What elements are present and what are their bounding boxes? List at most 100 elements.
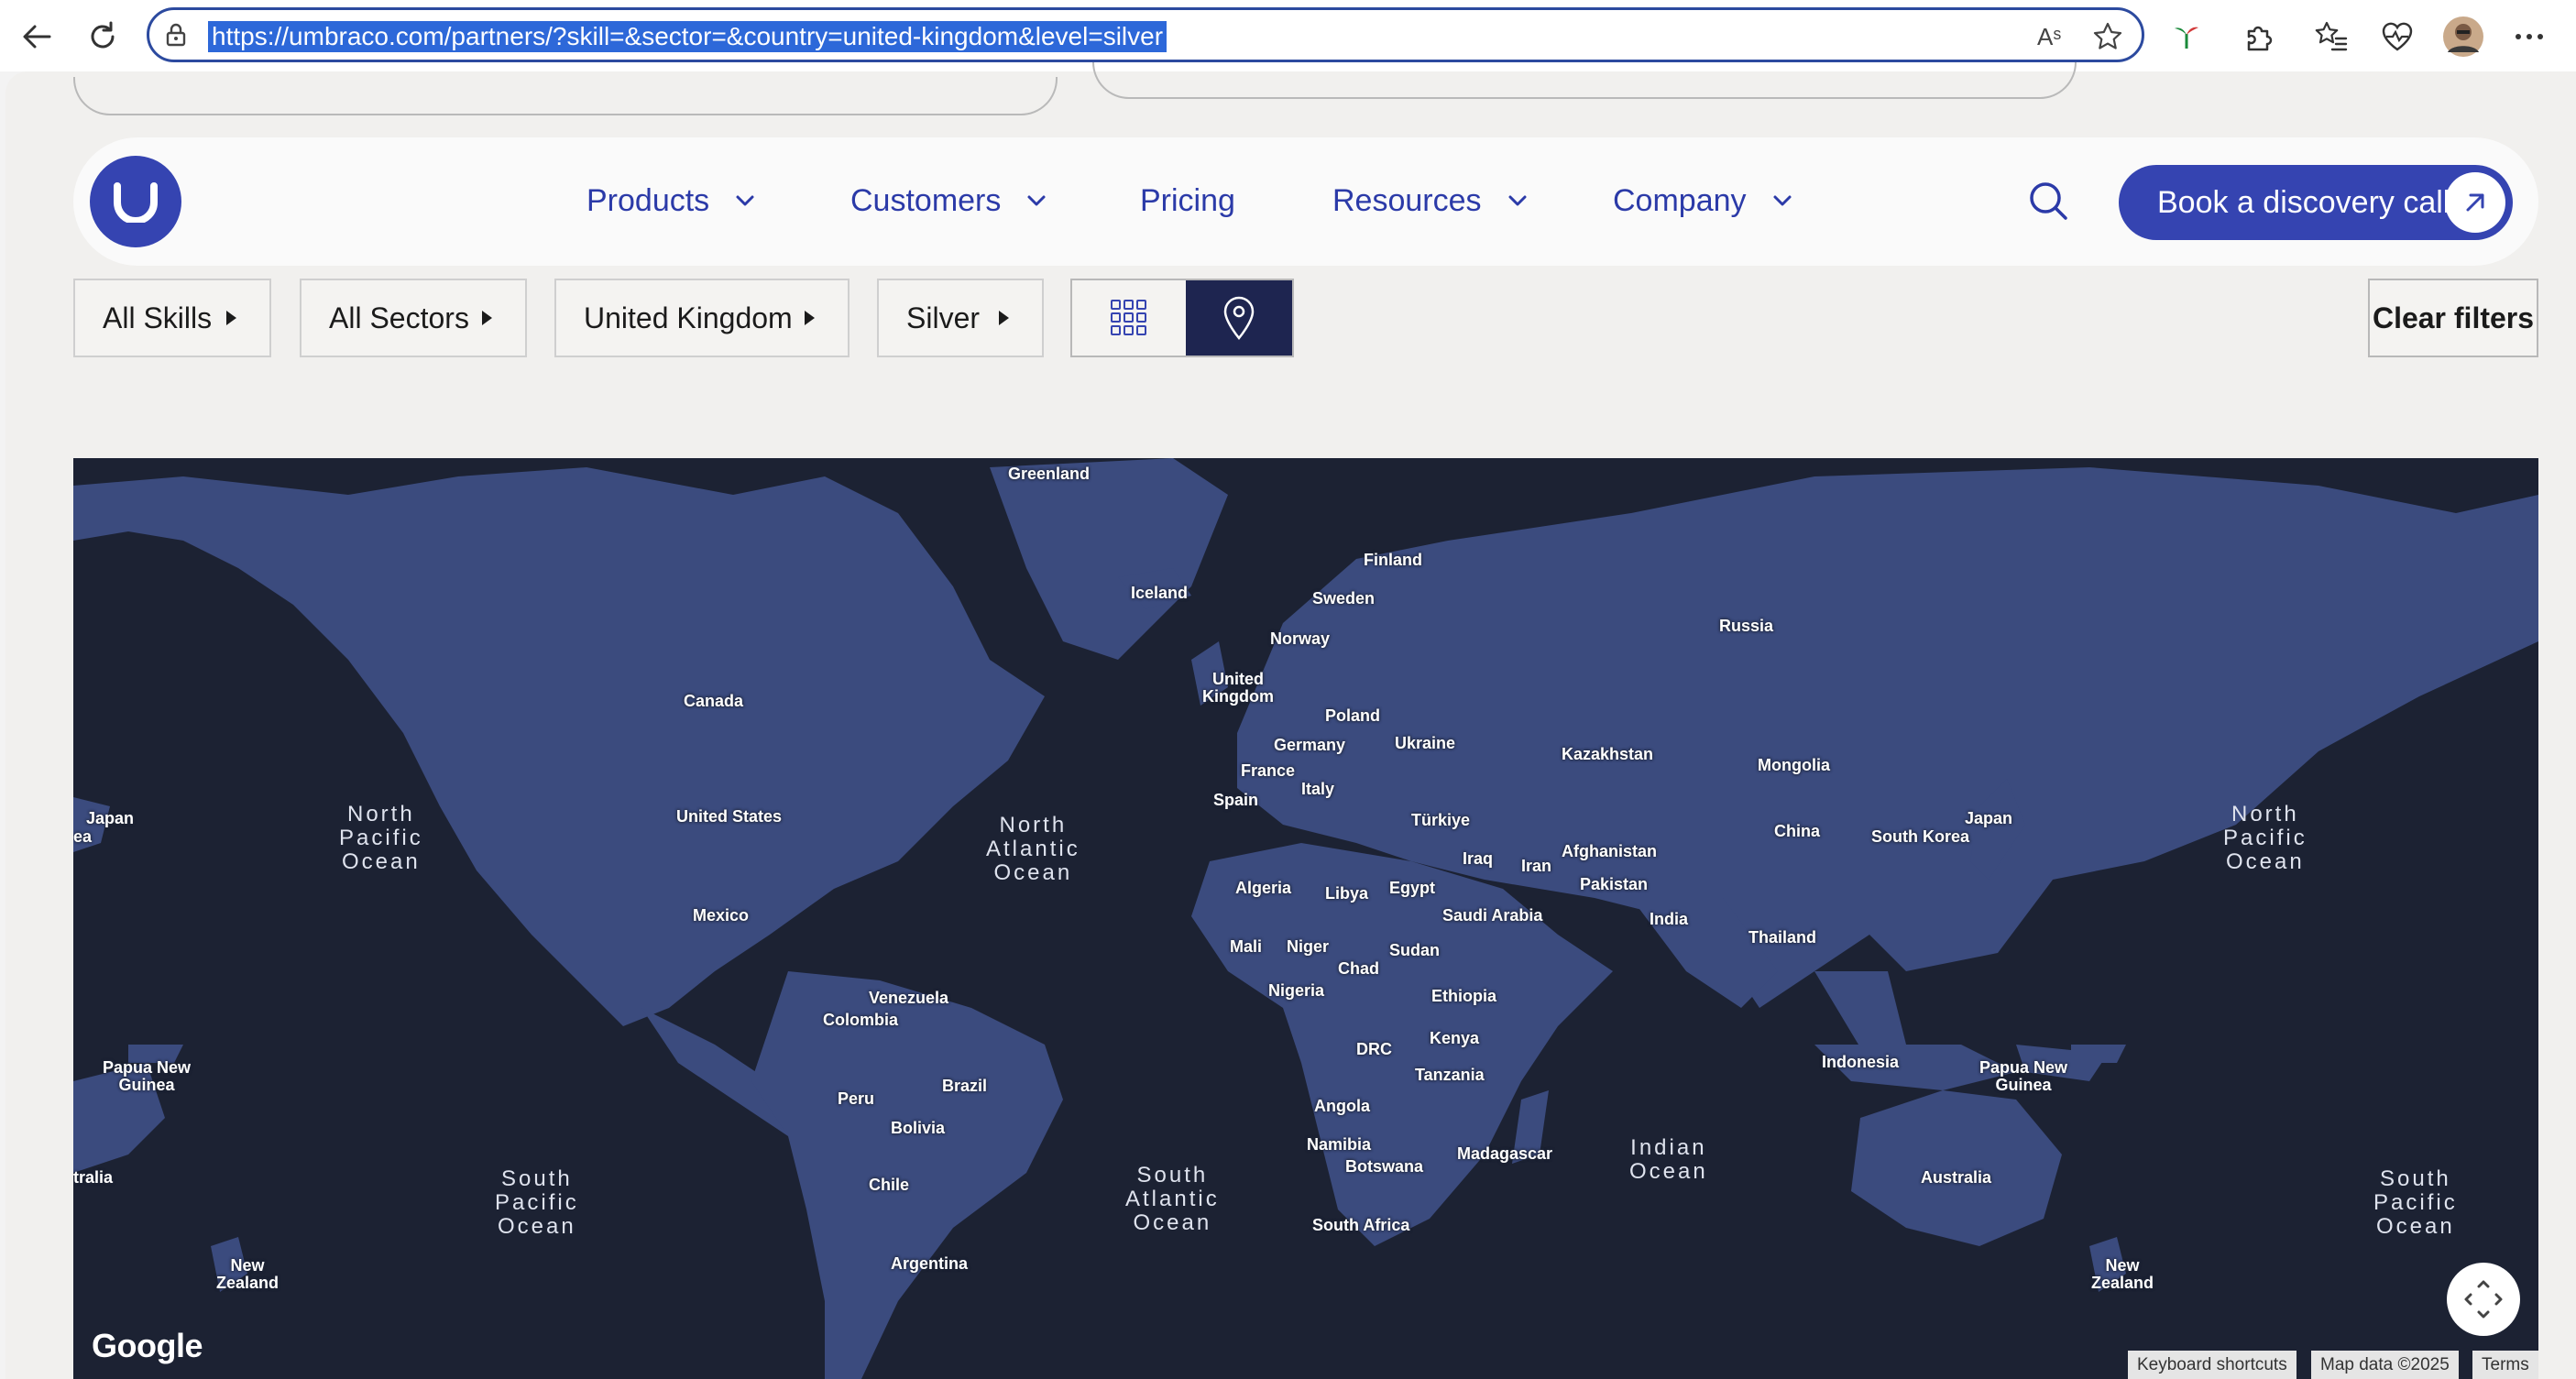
puzzle-icon[interactable]: [2236, 15, 2280, 59]
map-label-chad: Chad: [1338, 959, 1379, 978]
url-text[interactable]: https://umbraco.com/partners/?skill=&sec…: [208, 21, 1167, 52]
map-label-pakistan: Pakistan: [1580, 875, 1649, 893]
map-label-brazil: Brazil: [942, 1077, 988, 1095]
cta-label: Book a discovery call: [2157, 185, 2450, 220]
map-label-saudi-arabia: Saudi Arabia: [1442, 906, 1543, 925]
nav-company-label: Company: [1613, 183, 1747, 218]
more-icon[interactable]: [2507, 15, 2551, 59]
filter-skills-label: All Skills: [103, 301, 213, 334]
map-label-ukraine: Ukraine: [1395, 734, 1456, 752]
nav-resources[interactable]: Resources: [1332, 178, 1528, 224]
view-toggle: [1070, 279, 1294, 357]
map-label-japan-left: Japan: [86, 809, 135, 827]
map-label-papua-new-guinea-left: Papua New Guinea: [103, 1058, 192, 1094]
map-fullscreen-button[interactable]: [2447, 1263, 2520, 1336]
site-header: Products Customers Pricing Resources Com…: [73, 137, 2538, 266]
terms-link[interactable]: Terms: [2472, 1351, 2538, 1379]
nav-pricing[interactable]: Pricing: [1140, 178, 1235, 224]
map-label-australia-left: tralia: [73, 1168, 114, 1187]
filter-skills[interactable]: All Skills: [73, 279, 271, 357]
book-discovery-call-button[interactable]: Book a discovery call: [2119, 165, 2513, 240]
profile-avatar[interactable]: [2441, 15, 2485, 59]
map-label-russia: Russia: [1719, 617, 1774, 635]
health-icon[interactable]: [2375, 15, 2419, 59]
map-label-india: India: [1650, 910, 1689, 928]
map-label-turkiye: Türkiye: [1411, 811, 1471, 829]
map-label-madagascar: Madagascar: [1457, 1144, 1553, 1163]
nav-pricing-label: Pricing: [1140, 183, 1235, 218]
clear-filters-button[interactable]: Clear filters: [2368, 279, 2538, 357]
map-label-peru: Peru: [838, 1089, 875, 1108]
map-pin-icon: [1223, 296, 1255, 340]
filter-country-label: United Kingdom: [584, 301, 793, 334]
map-label-sudan: Sudan: [1389, 941, 1441, 959]
map-label-niger: Niger: [1287, 937, 1330, 956]
map-label-united-kingdom: United Kingdom: [1202, 670, 1274, 706]
favorite-star-icon[interactable]: [2092, 21, 2123, 57]
extension-icon[interactable]: [2165, 15, 2209, 59]
map-label-thailand: Thailand: [1748, 928, 1817, 947]
nav-company[interactable]: Company: [1613, 178, 1792, 224]
map-label-japan-right: Japan: [1965, 809, 2013, 827]
nav-products[interactable]: Products: [586, 178, 755, 224]
address-bar[interactable]: https://umbraco.com/partners/?skill=&sec…: [147, 7, 2144, 62]
map-view-button[interactable]: [1186, 280, 1292, 356]
map-label-china: China: [1774, 822, 1821, 840]
ocean-label-south-pacific-right: South Pacific Ocean: [2373, 1166, 2458, 1239]
map-label-iceland: Iceland: [1131, 584, 1189, 602]
nav-customers-label: Customers: [850, 183, 1002, 218]
chevron-down-icon: [1027, 195, 1046, 206]
lock-icon[interactable]: [162, 21, 190, 53]
filter-level-label: Silver: [906, 301, 981, 334]
map-label-norway: Norway: [1270, 629, 1331, 648]
arrow-up-right-icon: [2445, 172, 2505, 233]
card-edge-left: [73, 77, 1058, 115]
map-label-papua-new-guinea-right: Papua New Guinea: [1979, 1058, 2068, 1094]
map-label-colombia: Colombia: [823, 1011, 899, 1029]
ocean-label-indian: Indian Ocean: [1629, 1135, 1708, 1184]
map-label-greenland: Greenland: [1008, 465, 1091, 483]
map-label-afghanistan: Afghanistan: [1562, 842, 1658, 860]
map-label-botswana: Botswana: [1345, 1157, 1424, 1176]
ocean-label-south-atlantic: South Atlantic Ocean: [1125, 1163, 1220, 1235]
partner-map[interactable]: Greenland Finland Iceland Sweden Russia …: [73, 458, 2538, 1379]
map-label-south-africa: South Africa: [1312, 1216, 1410, 1234]
map-label-iraq: Iraq: [1463, 849, 1494, 868]
nav-customers[interactable]: Customers: [850, 178, 1047, 224]
map-landmass: [73, 458, 2538, 1379]
refresh-icon[interactable]: [81, 15, 125, 59]
map-label-sweden: Sweden: [1312, 589, 1376, 607]
favorites-icon[interactable]: [2309, 15, 2353, 59]
filter-sectors[interactable]: All Sectors: [300, 279, 527, 357]
map-label-mexico: Mexico: [693, 906, 750, 925]
map-label-new-zealand-left: New Zealand: [216, 1256, 280, 1292]
map-label-spain: Spain: [1213, 791, 1259, 809]
chevron-down-icon: [736, 195, 754, 206]
filter-country[interactable]: United Kingdom: [554, 279, 850, 357]
chevron-down-icon: [1773, 195, 1792, 206]
map-label-germany: Germany: [1274, 736, 1346, 754]
nav-resources-label: Resources: [1332, 183, 1482, 218]
search-icon[interactable]: [2023, 176, 2075, 227]
umbraco-logo[interactable]: [90, 156, 181, 247]
nav-products-label: Products: [586, 183, 710, 218]
map-label-finland: Finland: [1364, 551, 1422, 569]
google-logo: Google: [92, 1327, 203, 1364]
ocean-label-north-atlantic: North Atlantic Ocean: [986, 813, 1080, 885]
back-icon[interactable]: [15, 15, 59, 59]
map-label-algeria: Algeria: [1235, 879, 1292, 897]
map-label-libya: Libya: [1325, 884, 1369, 903]
map-label-canada: Canada: [684, 692, 744, 710]
filter-sectors-label: All Sectors: [329, 301, 469, 334]
read-aloud-icon[interactable]: Aˢ: [2035, 21, 2068, 55]
filter-level[interactable]: Silver: [877, 279, 1044, 357]
map-label-poland: Poland: [1325, 706, 1381, 725]
map-label-bolivia: Bolivia: [891, 1119, 946, 1137]
grid-view-button[interactable]: [1072, 280, 1186, 356]
caret-right-icon: [482, 311, 492, 325]
map-label-united-states: United States: [676, 807, 783, 826]
ocean-label-north-pacific-left: North Pacific Ocean: [339, 802, 423, 874]
map-label-australia: Australia: [1921, 1168, 1992, 1187]
keyboard-shortcuts-link[interactable]: Keyboard shortcuts: [2128, 1351, 2296, 1379]
map-label-angola: Angola: [1314, 1097, 1370, 1115]
